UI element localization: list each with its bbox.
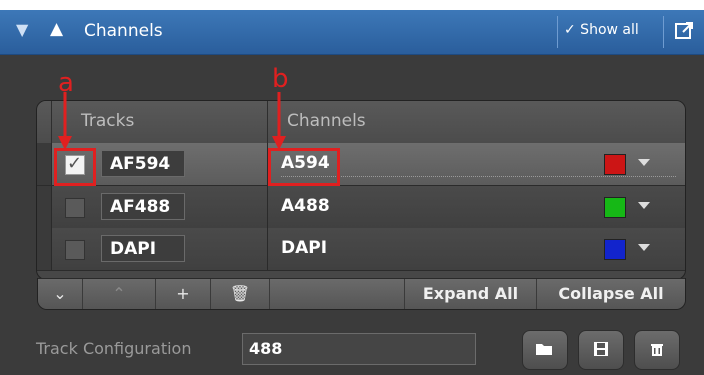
popout-icon[interactable]	[675, 20, 695, 40]
add-track-button[interactable]: +	[156, 279, 211, 309]
channel-color-swatch[interactable]	[604, 154, 626, 175]
collapse-all-button[interactable]: Collapse All	[537, 279, 685, 309]
channels-header[interactable]: ▼ ▲ Channels ✓ Show all	[0, 10, 704, 55]
header-separator	[663, 16, 664, 48]
collapse-chevron-icon[interactable]: ▼	[16, 20, 28, 39]
trash-icon	[651, 344, 663, 356]
table-footer-wrap: ⌄ ⌃ + 🗑 Expand All Collapse All	[37, 278, 686, 310]
annotation-highlight-channel	[268, 148, 340, 186]
track-checkbox[interactable]	[65, 240, 85, 260]
table-footer: ⌄ ⌃ + 🗑 Expand All Collapse All	[38, 278, 685, 309]
table-row[interactable]: AF488 A488	[37, 186, 685, 229]
annotation-b: b	[272, 64, 289, 94]
track-configuration-field[interactable]: 488	[242, 333, 476, 365]
row-selector[interactable]	[37, 228, 52, 270]
row-divider	[267, 186, 268, 228]
mountain-icon: ▲	[50, 19, 64, 39]
folder-icon	[536, 344, 552, 355]
delete-track-button[interactable]: 🗑	[211, 279, 270, 309]
save-configuration-button[interactable]	[578, 330, 624, 370]
row-selector[interactable]	[37, 186, 52, 228]
header-separator	[557, 16, 558, 48]
channel-name[interactable]: DAPI	[281, 238, 327, 258]
row-dotted-line	[281, 176, 676, 177]
row-divider	[267, 228, 268, 270]
save-icon	[594, 342, 608, 356]
trash-icon: 🗑	[229, 284, 251, 303]
column-header-tracks: Tracks	[81, 111, 135, 131]
track-checkbox[interactable]	[65, 198, 85, 218]
column-header-channels: Channels	[287, 111, 366, 131]
color-dropdown-icon[interactable]	[638, 159, 650, 166]
annotation-arrow-a	[58, 92, 72, 150]
move-up-button[interactable]: ⌃	[83, 279, 156, 309]
row-selector[interactable]	[37, 143, 52, 185]
table-header: Tracks Channels	[37, 101, 685, 144]
panel-title: Channels	[84, 21, 163, 41]
header-divider	[267, 101, 268, 143]
open-configuration-button[interactable]	[522, 330, 568, 370]
table-row[interactable]: ✓ AF594 A594	[37, 143, 685, 186]
track-configuration-label: Track Configuration	[36, 339, 192, 358]
footer-spacer	[270, 279, 405, 309]
color-dropdown-icon[interactable]	[638, 244, 650, 251]
table-row-container: DAPI DAPI	[36, 228, 685, 271]
delete-configuration-button[interactable]	[634, 330, 680, 370]
annotation-arrow-b	[272, 92, 286, 150]
expand-all-button[interactable]: Expand All	[405, 279, 537, 309]
channels-panel-window: ▼ ▲ Channels ✓ Show all Tracks Channels …	[0, 0, 704, 375]
channel-color-swatch[interactable]	[604, 197, 626, 218]
track-name-field[interactable]: AF594	[101, 150, 185, 177]
channel-name[interactable]: A488	[281, 196, 330, 216]
track-name-field[interactable]: DAPI	[101, 235, 185, 262]
track-name-field[interactable]: AF488	[101, 193, 185, 220]
header-divider	[51, 101, 52, 143]
annotation-highlight-checkbox	[54, 148, 96, 186]
move-down-button[interactable]: ⌄	[38, 279, 83, 309]
show-all-button[interactable]: ✓ Show all	[564, 22, 639, 38]
top-strip	[0, 0, 704, 10]
channel-color-swatch[interactable]	[604, 239, 626, 260]
color-dropdown-icon[interactable]	[638, 202, 650, 209]
plus-icon: +	[176, 284, 190, 303]
table-row[interactable]: DAPI DAPI	[37, 228, 685, 271]
